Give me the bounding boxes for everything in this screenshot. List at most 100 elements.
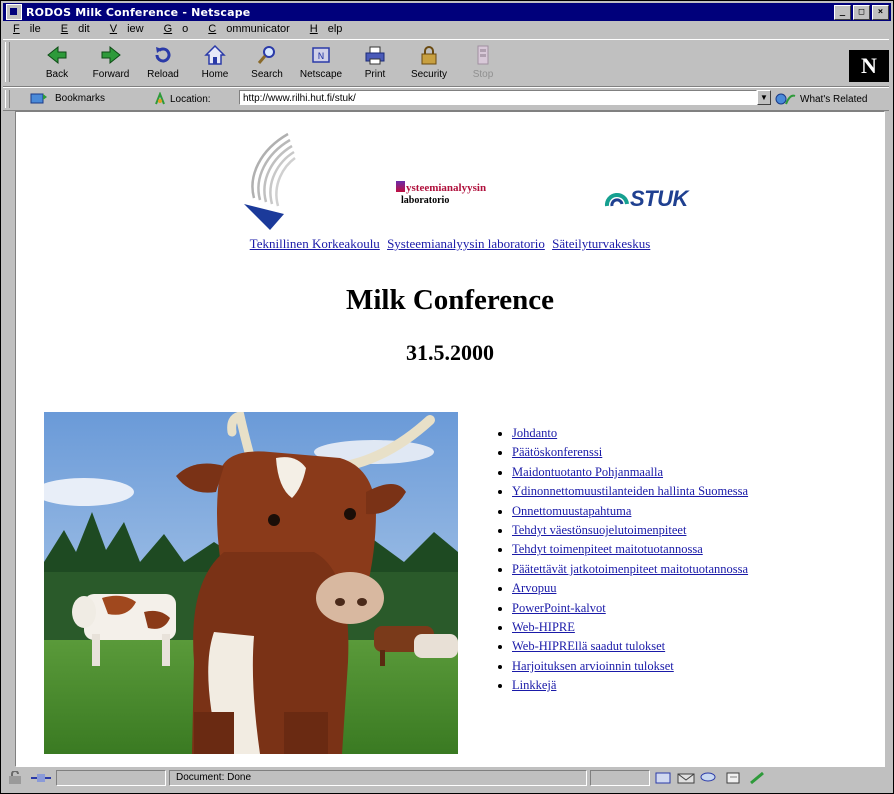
nav-link-maitotuotanto-toimenpiteet[interactable]: Tehdyt toimenpiteet maitotuotannossa <box>512 542 703 556</box>
link-systeemianalyysin[interactable]: Systeemianalyysin laboratorio <box>387 236 545 251</box>
home-button[interactable]: Home <box>189 44 241 84</box>
cow-photo <box>44 412 458 754</box>
nav-link-johdanto[interactable]: Johdanto <box>512 426 557 440</box>
menu-view[interactable]: View <box>100 22 154 38</box>
home-label: Home <box>201 69 229 80</box>
location-toolbar-grip[interactable] <box>5 90 10 108</box>
progress-bar <box>56 770 166 786</box>
title-bar[interactable]: RODOS Milk Conference - Netscape _ □ × <box>3 3 891 21</box>
nav-link-web-hipre[interactable]: Web-HIPRE <box>512 620 575 634</box>
window-controls: _ □ × <box>834 5 889 20</box>
search-button[interactable]: Search <box>241 44 293 84</box>
list-item: Maidontuotanto Pohjanmaalla <box>512 463 748 482</box>
systeemianalyysin-logo[interactable]: ysteemianalyysin laboratorio <box>396 176 486 206</box>
list-item: Onnettomuustapahtuma <box>512 502 748 521</box>
nav-link-arvopuu[interactable]: Arvopuu <box>512 581 556 595</box>
mail-component-icon[interactable] <box>675 771 699 785</box>
editor-component-icon[interactable] <box>747 771 771 785</box>
link-tkk[interactable]: Teknillinen Korkeakoulu <box>250 236 380 251</box>
svg-text:N: N <box>318 52 325 62</box>
menu-edit[interactable]: Edit <box>51 22 100 38</box>
stop-button[interactable]: Stop <box>457 44 509 84</box>
status-bar: Document: Done <box>3 767 889 789</box>
list-item: Johdanto <box>512 424 748 443</box>
page-proxy-icon[interactable] <box>153 92 167 106</box>
reload-icon <box>155 47 171 63</box>
menu-file[interactable]: File <box>3 22 51 38</box>
bookmarks-label: Bookmarks <box>55 92 106 104</box>
conference-date: 31.5.2000 <box>406 340 494 365</box>
logo-row: ysteemianalyysin laboratorio STUK <box>16 132 884 232</box>
stuk-logo[interactable]: STUK <box>604 186 688 212</box>
security-button[interactable]: Security <box>403 44 455 84</box>
back-label: Back <box>45 69 69 80</box>
close-button[interactable]: × <box>872 5 889 20</box>
search-label: Search <box>251 69 283 80</box>
tkk-logo[interactable] <box>240 132 296 232</box>
nav-link-web-hipre-tulokset[interactable]: Web-HIPREllä saadut tulokset <box>512 639 665 653</box>
netscape-button[interactable]: N Netscape <box>295 44 347 84</box>
nav-link-onnettomuustapahtuma[interactable]: Onnettomuustapahtuma <box>512 504 631 518</box>
navigator-component-icon[interactable] <box>653 771 675 785</box>
list-item: Tehdyt väestönsuojelutoimenpiteet <box>512 521 748 540</box>
menu-go[interactable]: Go <box>154 22 199 38</box>
minimize-button[interactable]: _ <box>834 5 851 20</box>
nav-link-ydinonnettomuus[interactable]: Ydinonnettomuustilanteiden hallinta Suom… <box>512 484 748 498</box>
list-item: Tehdyt toimenpiteet maitotuotannossa <box>512 540 748 559</box>
page-content: ysteemianalyysin laboratorio STUK Teknil… <box>15 111 885 767</box>
stop-label: Stop <box>472 69 494 80</box>
organisation-links: Teknillinen Korkeakoulu Systeemianalyysi… <box>16 236 884 252</box>
list-item: Päätöskonferenssi <box>512 443 748 462</box>
list-item: Ydinonnettomuustilanteiden hallinta Suom… <box>512 482 748 501</box>
search-icon <box>257 46 275 64</box>
composer-component-icon[interactable] <box>723 771 747 785</box>
menu-communicator[interactable]: Communicator <box>198 22 300 38</box>
nav-link-powerpoint[interactable]: PowerPoint-kalvot <box>512 601 606 615</box>
online-status-icon[interactable] <box>29 771 53 785</box>
whats-related-button[interactable]: What's Related <box>775 92 868 106</box>
print-label: Print <box>364 69 386 80</box>
forward-label: Forward <box>92 69 130 80</box>
sal-logo-line1: ysteemianalyysin <box>406 182 487 194</box>
whats-related-label: What's Related <box>800 93 868 105</box>
nav-link-vaestonsuojelu[interactable]: Tehdyt väestönsuojelutoimenpiteet <box>512 523 686 537</box>
list-item: Web-HIPREllä saadut tulokset <box>512 637 748 656</box>
nav-link-paatoskonferenssi[interactable]: Päätöskonferenssi <box>512 445 602 459</box>
netscape-label: Netscape <box>299 69 343 80</box>
discussions-component-icon[interactable] <box>699 771 723 785</box>
status-spacer <box>590 770 650 786</box>
print-button[interactable]: Print <box>349 44 401 84</box>
forward-button[interactable]: Forward <box>85 44 137 84</box>
list-item: PowerPoint-kalvot <box>512 599 748 618</box>
location-text: Location: <box>170 93 211 105</box>
home-icon <box>204 44 226 65</box>
netscape-icon: N <box>312 47 330 63</box>
toolbar-grip[interactable] <box>5 42 10 82</box>
back-button[interactable]: Back <box>31 44 83 84</box>
whats-related-icon <box>775 93 796 105</box>
url-field[interactable]: http://www.rilhi.hut.fi/stuk/ <box>239 90 757 105</box>
nav-link-linkkeja[interactable]: Linkkejä <box>512 678 556 692</box>
stuk-logo-text: STUK <box>630 186 688 211</box>
location-toolbar: Bookmarks Location: http://www.rilhi.hut… <box>3 87 889 111</box>
list-item: Linkkejä <box>512 676 748 695</box>
netscape-throbber-logo[interactable]: N <box>849 50 889 82</box>
url-history-dropdown[interactable]: ▼ <box>757 90 771 105</box>
menu-help[interactable]: Help <box>300 22 353 38</box>
list-item: Päätettävät jatkotoimenpiteet maitotuota… <box>512 560 748 579</box>
security-label: Security <box>410 69 448 80</box>
status-text: Document: Done <box>169 770 587 786</box>
nav-link-jatkotoimenpiteet[interactable]: Päätettävät jatkotoimenpiteet maitotuota… <box>512 562 748 576</box>
maximize-button[interactable]: □ <box>853 5 870 20</box>
forward-arrow-icon <box>101 45 121 65</box>
nav-link-harjoitus-arviointi[interactable]: Harjoituksen arvioinnin tulokset <box>512 659 674 673</box>
navigation-toolbar: Back Forward Reload Home Search N Netsca… <box>3 39 889 87</box>
security-status-icon[interactable] <box>5 771 27 785</box>
reload-button[interactable]: Reload <box>137 44 189 84</box>
link-stuk[interactable]: Säteilyturvakeskus <box>552 236 650 251</box>
menu-bar: File Edit View Go Communicator Help <box>3 22 352 38</box>
back-arrow-icon <box>47 45 67 65</box>
nav-link-maidontuotanto[interactable]: Maidontuotanto Pohjanmaalla <box>512 465 663 479</box>
page-title: Milk Conference <box>345 284 555 316</box>
bookmarks-button[interactable]: Bookmarks <box>29 92 105 104</box>
